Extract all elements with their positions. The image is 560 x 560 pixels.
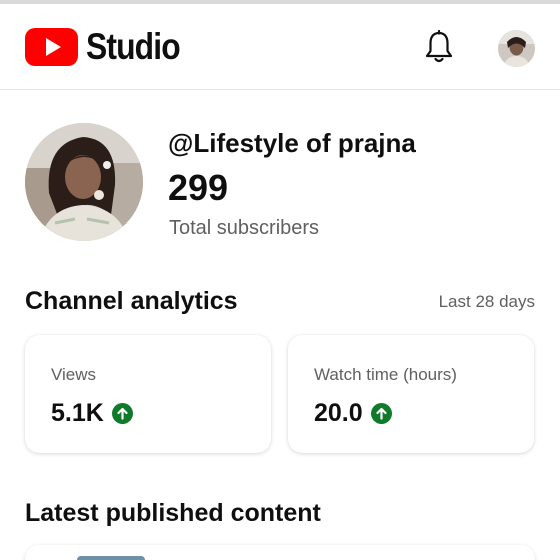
channel-avatar [25,123,143,241]
date-range[interactable]: Last 28 days [439,292,535,312]
studio-logo[interactable]: Studio [25,28,195,66]
analytics-title: Channel analytics [25,287,238,315]
bell-icon[interactable] [424,30,454,64]
watch-time-value: 20.0 [314,399,363,427]
subscriber-count: 299 [168,167,229,208]
channel-handle: @Lifestyle of prajna [168,128,416,158]
studio-wordmark: Studio [86,26,181,67]
trend-up-icon [111,403,133,424]
watch-time-label: Watch time (hours) [314,365,457,384]
video-thumbnail[interactable] [77,556,145,560]
views-value: 5.1K [51,399,104,427]
views-label: Views [51,365,97,384]
watch-time-card[interactable]: Watch time (hours) 20.0 [288,335,534,453]
latest-content-title: Latest published content [25,499,321,527]
subscriber-label: Total subscribers [169,217,320,239]
youtube-play-icon [25,28,78,66]
trend-up-icon [370,403,392,424]
latest-content-card[interactable] [25,545,535,560]
app-header: Studio [0,4,560,90]
views-card[interactable]: Views 5.1K [25,335,271,453]
avatar[interactable] [498,30,535,67]
